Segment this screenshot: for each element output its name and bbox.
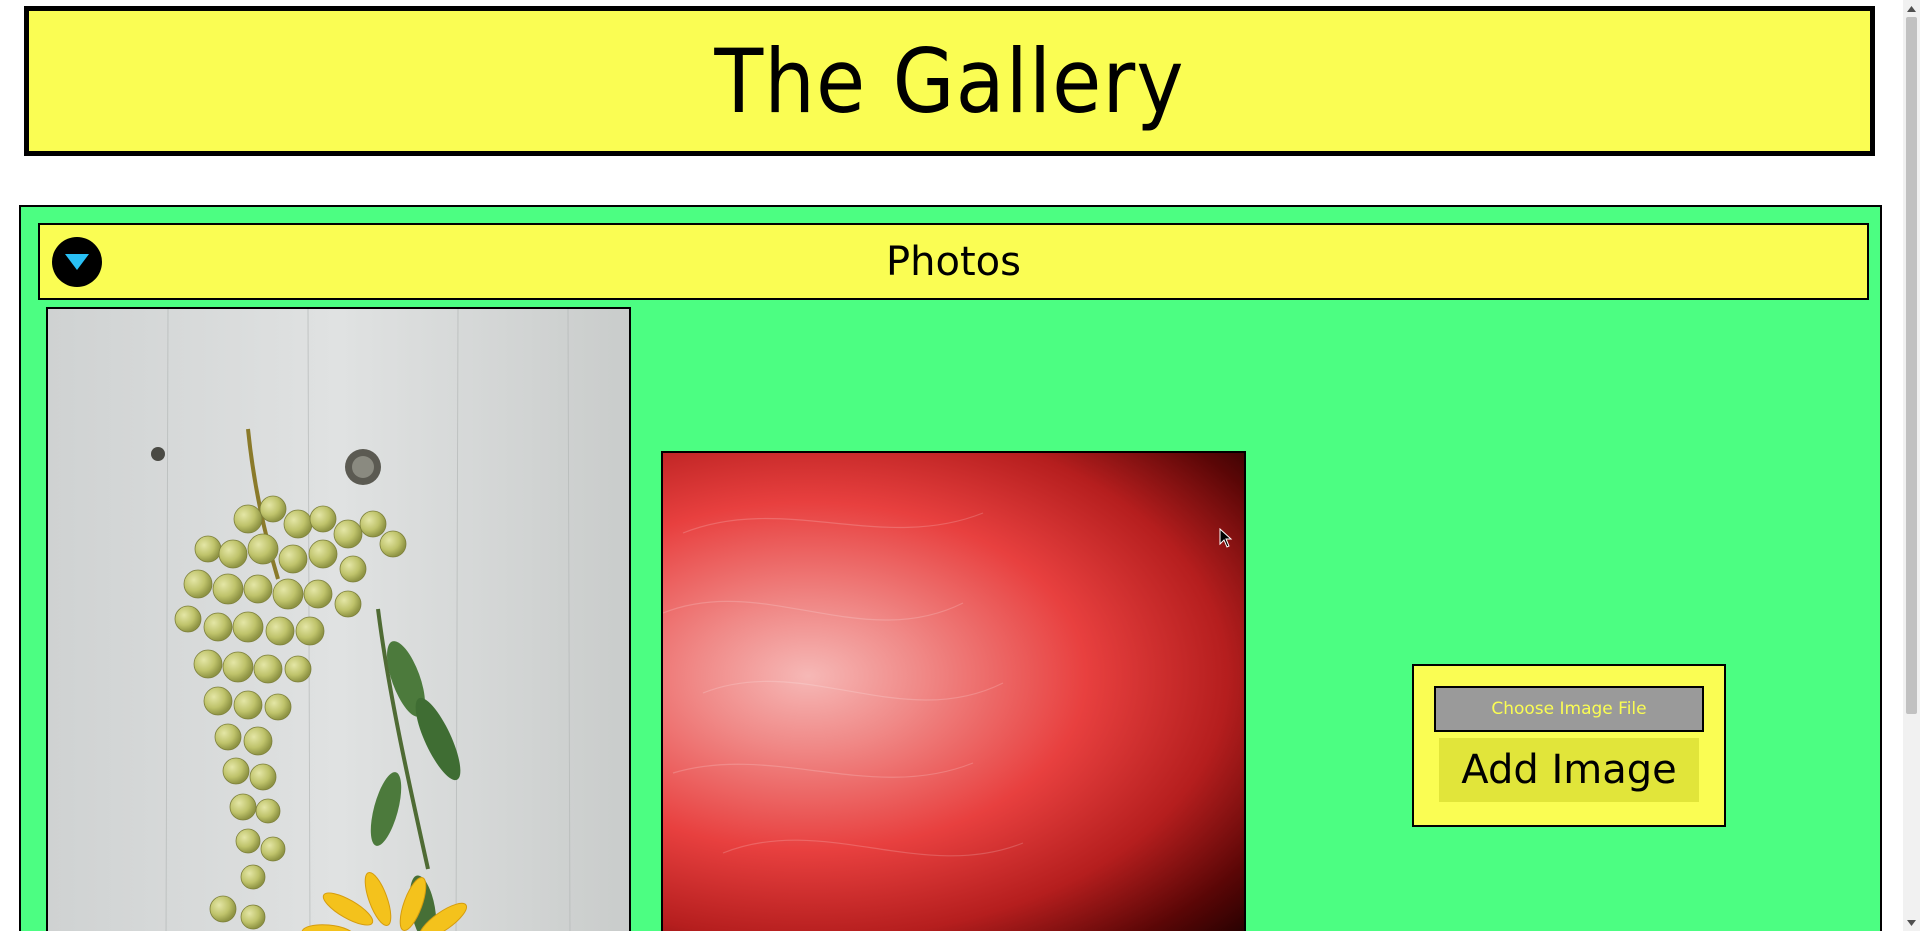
red-abstract-photo[interactable]	[661, 451, 1246, 931]
chevron-down-icon	[65, 254, 89, 270]
page-title: The Gallery	[714, 29, 1185, 133]
add-image-button[interactable]: Add Image	[1439, 738, 1699, 802]
photos-panel: Photos Choose Image File Add Image	[19, 205, 1882, 931]
scroll-up-arrow-icon[interactable]	[1903, 0, 1920, 17]
scroll-down-arrow-icon[interactable]	[1903, 914, 1920, 931]
collapse-toggle-button[interactable]	[52, 237, 102, 287]
scrollbar-thumb[interactable]	[1906, 17, 1917, 714]
photos-section-bar: Photos	[38, 223, 1869, 300]
grapes-photo[interactable]	[46, 307, 631, 931]
upload-form: Choose Image File Add Image	[1412, 664, 1726, 827]
gallery-page: The Gallery Photos Choose Image File Add…	[0, 0, 1920, 931]
red-abstract-image	[663, 512, 1024, 857]
mouse-cursor-icon	[1219, 528, 1233, 548]
section-title: Photos	[886, 238, 1021, 285]
site-header: The Gallery	[24, 6, 1875, 156]
grapes-image	[48, 309, 629, 931]
vertical-scrollbar[interactable]	[1903, 0, 1920, 931]
choose-image-file-button[interactable]: Choose Image File	[1434, 686, 1704, 732]
